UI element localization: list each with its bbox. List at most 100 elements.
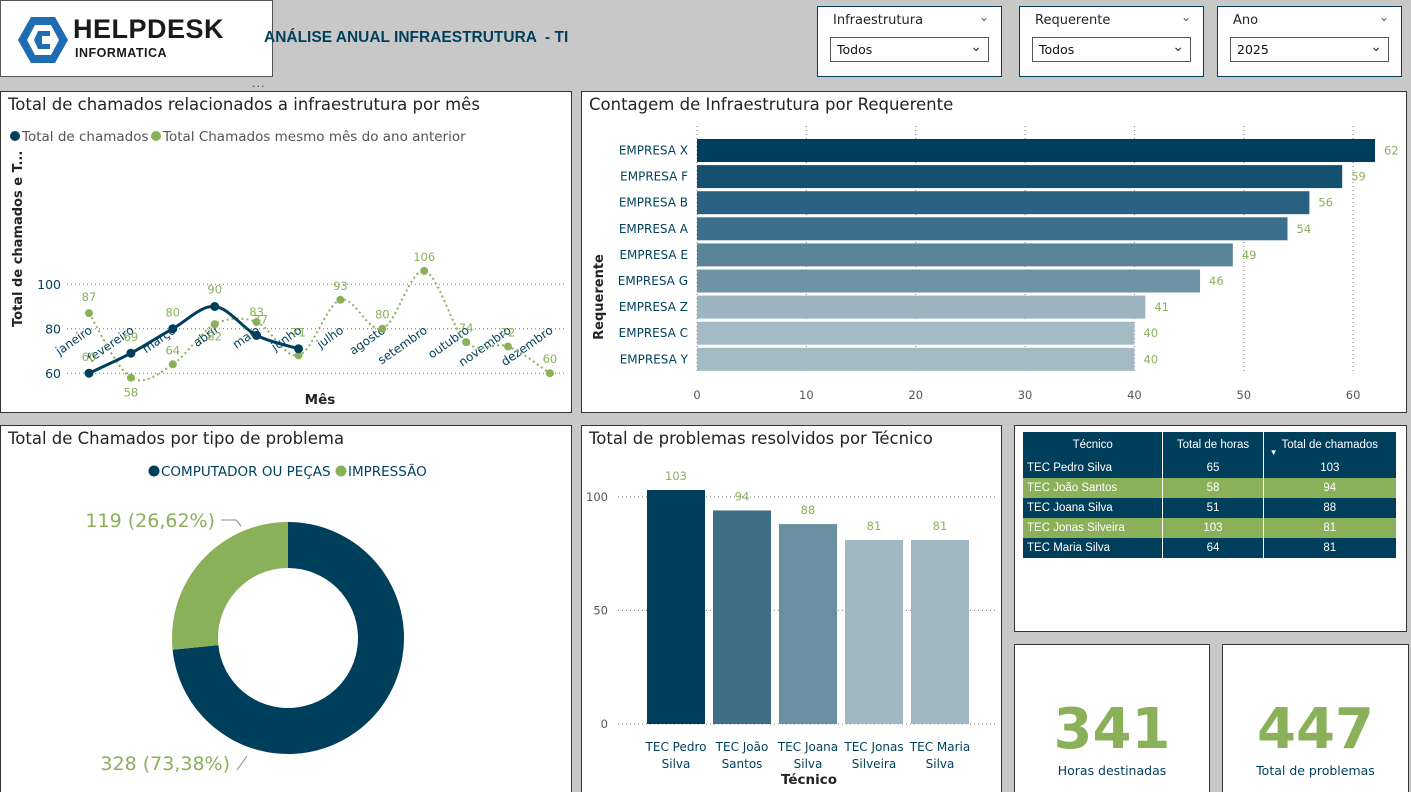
point-total[interactable] bbox=[168, 324, 178, 334]
bar[interactable] bbox=[697, 217, 1288, 241]
data-label: 49 bbox=[1242, 248, 1257, 262]
slicer-dropdown[interactable]: Todos ⌄ bbox=[830, 37, 989, 62]
legend-impressao[interactable]: IMPRESSÃO bbox=[348, 463, 427, 480]
x-tick-label: 0 bbox=[693, 388, 700, 402]
cell-tecnico: TEC Maria Silva bbox=[1023, 538, 1164, 558]
chevron-down-icon[interactable]: ⌄ bbox=[1379, 10, 1389, 24]
point-prev[interactable] bbox=[168, 360, 177, 369]
bar[interactable] bbox=[697, 139, 1375, 162]
slice-label-impressao: 119 (26,62%) bbox=[85, 510, 215, 532]
slicer-requerente[interactable]: Requerente ⌄ Todos ⌄ bbox=[1019, 6, 1204, 77]
legend-total[interactable]: Total de chamados bbox=[21, 129, 149, 145]
point-prev[interactable] bbox=[420, 266, 429, 275]
y-axis-title: Requerente bbox=[592, 254, 607, 340]
kpi-horas-value: 341 bbox=[1053, 697, 1171, 762]
slicer-dropdown[interactable]: Todos ⌄ bbox=[1032, 37, 1191, 62]
dropdown-arrow-icon[interactable]: ⌄ bbox=[970, 39, 982, 55]
bar[interactable] bbox=[697, 347, 1135, 371]
y-tick-label: 60 bbox=[45, 366, 61, 381]
x-tick-label: julho bbox=[313, 323, 346, 352]
slicer-infraestrutura[interactable]: Infraestrutura ⌄ Todos ⌄ bbox=[817, 6, 1002, 77]
cell-horas: 103 bbox=[1162, 518, 1264, 538]
leader-line-navy bbox=[236, 755, 248, 771]
category-label: EMPRESA X bbox=[619, 144, 688, 158]
cell-horas: 65 bbox=[1162, 458, 1264, 478]
x-axis-title: Mês bbox=[305, 392, 336, 408]
x-tick-label: Santos bbox=[722, 757, 763, 771]
chevron-down-icon[interactable]: ⌄ bbox=[979, 10, 989, 24]
point-total[interactable] bbox=[210, 301, 220, 311]
bar[interactable] bbox=[697, 295, 1146, 319]
table-row[interactable]: TEC Maria Silva 64 81 bbox=[1023, 538, 1398, 558]
donut-chart: COMPUTADOR OU PEÇAS IMPRESSÃO 119 (26,62… bbox=[85, 463, 427, 775]
line-chart: Total de chamados Total Chamados mesmo m… bbox=[10, 129, 567, 408]
legend-prev[interactable]: Total Chamados mesmo mês do ano anterior bbox=[162, 129, 466, 145]
table-row[interactable]: TEC João Santos 58 94 bbox=[1023, 478, 1398, 498]
column-header-horas[interactable]: Total de horas bbox=[1162, 432, 1264, 458]
legend-computador[interactable]: COMPUTADOR OU PEÇAS bbox=[161, 464, 331, 480]
tecnico-chart-panel: Total de problemas resolvidos por Técnic… bbox=[581, 425, 1002, 792]
slicer-dropdown[interactable]: 2025 ⌄ bbox=[1230, 37, 1389, 62]
column[interactable] bbox=[845, 539, 903, 724]
bar[interactable] bbox=[697, 191, 1310, 215]
data-label: 81 bbox=[933, 519, 948, 533]
point-prev[interactable] bbox=[85, 309, 93, 318]
point-prev[interactable] bbox=[545, 369, 554, 378]
table-row[interactable]: TEC Jonas Silveira 103 81 bbox=[1023, 518, 1398, 538]
point-prev[interactable] bbox=[210, 320, 219, 329]
leader-line-green bbox=[221, 519, 242, 527]
column[interactable] bbox=[911, 539, 969, 724]
slicer-ano[interactable]: Ano ⌄ 2025 ⌄ bbox=[1217, 6, 1402, 77]
column-header-chamados[interactable]: Total de chamados ▼ bbox=[1263, 432, 1398, 458]
column-header-label: Total de chamados bbox=[1281, 439, 1379, 451]
cell-chamados: 88 bbox=[1263, 498, 1398, 518]
table-row[interactable]: TEC Pedro Silva 65 103 bbox=[1023, 458, 1398, 478]
point-prev[interactable] bbox=[336, 295, 345, 304]
dropdown-arrow-icon[interactable]: ⌄ bbox=[1370, 39, 1382, 55]
dropdown-arrow-icon[interactable]: ⌄ bbox=[1172, 39, 1184, 55]
point-prev[interactable] bbox=[126, 373, 135, 382]
sort-desc-icon[interactable]: ▼ bbox=[1270, 448, 1278, 457]
bar[interactable] bbox=[697, 321, 1135, 345]
legend-dot-total bbox=[10, 131, 20, 141]
x-tick-label: TEC Pedro bbox=[645, 740, 707, 754]
column[interactable] bbox=[647, 490, 705, 724]
x-tick-label: 40 bbox=[1127, 388, 1142, 402]
x-tick-label: 50 bbox=[1236, 388, 1251, 402]
data-label-total: 90 bbox=[207, 282, 222, 296]
slice-impressao[interactable] bbox=[172, 522, 288, 650]
point-prev[interactable] bbox=[378, 324, 387, 333]
category-label: EMPRESA C bbox=[619, 326, 688, 340]
x-tick-label: 10 bbox=[799, 388, 814, 402]
kpi-horas-caption: Horas destinadas bbox=[1057, 763, 1167, 778]
chevron-down-icon[interactable]: ⌄ bbox=[1181, 10, 1191, 24]
data-label: 40 bbox=[1143, 352, 1158, 366]
kpi-problemas-card: 447 Total de problemas bbox=[1222, 644, 1409, 792]
bar[interactable] bbox=[697, 243, 1233, 267]
column[interactable] bbox=[779, 524, 837, 724]
bar[interactable] bbox=[697, 165, 1343, 189]
cell-tecnico: TEC Joana Silva bbox=[1023, 498, 1164, 518]
point-prev[interactable] bbox=[462, 338, 471, 347]
legend-dot-prev bbox=[151, 131, 161, 141]
point-total[interactable] bbox=[294, 344, 303, 354]
column[interactable] bbox=[713, 510, 771, 724]
point-total[interactable] bbox=[252, 330, 262, 340]
y-tick-label: 0 bbox=[601, 717, 608, 731]
table-row[interactable]: TEC Joana Silva 51 88 bbox=[1023, 498, 1398, 518]
series-line-prev bbox=[88, 269, 551, 382]
line-chart-panel: Total de chamados relacionados a infraes… bbox=[0, 91, 572, 413]
y-axis-title: Total de chamados e T... bbox=[11, 151, 26, 327]
data-label-prev: 72 bbox=[501, 326, 516, 340]
data-label: 94 bbox=[735, 489, 750, 503]
point-prev[interactable] bbox=[504, 342, 512, 351]
point-total[interactable] bbox=[84, 368, 94, 378]
category-label: EMPRESA F bbox=[620, 170, 688, 184]
legend-dot-impressao bbox=[335, 465, 347, 477]
data-label-total: 71 bbox=[291, 326, 306, 340]
point-total[interactable] bbox=[126, 348, 136, 358]
slicer-value: Todos bbox=[837, 42, 873, 57]
bar[interactable] bbox=[697, 269, 1201, 293]
slicer-value: 2025 bbox=[1237, 42, 1269, 57]
column-header-tecnico[interactable]: Técnico bbox=[1023, 432, 1164, 458]
